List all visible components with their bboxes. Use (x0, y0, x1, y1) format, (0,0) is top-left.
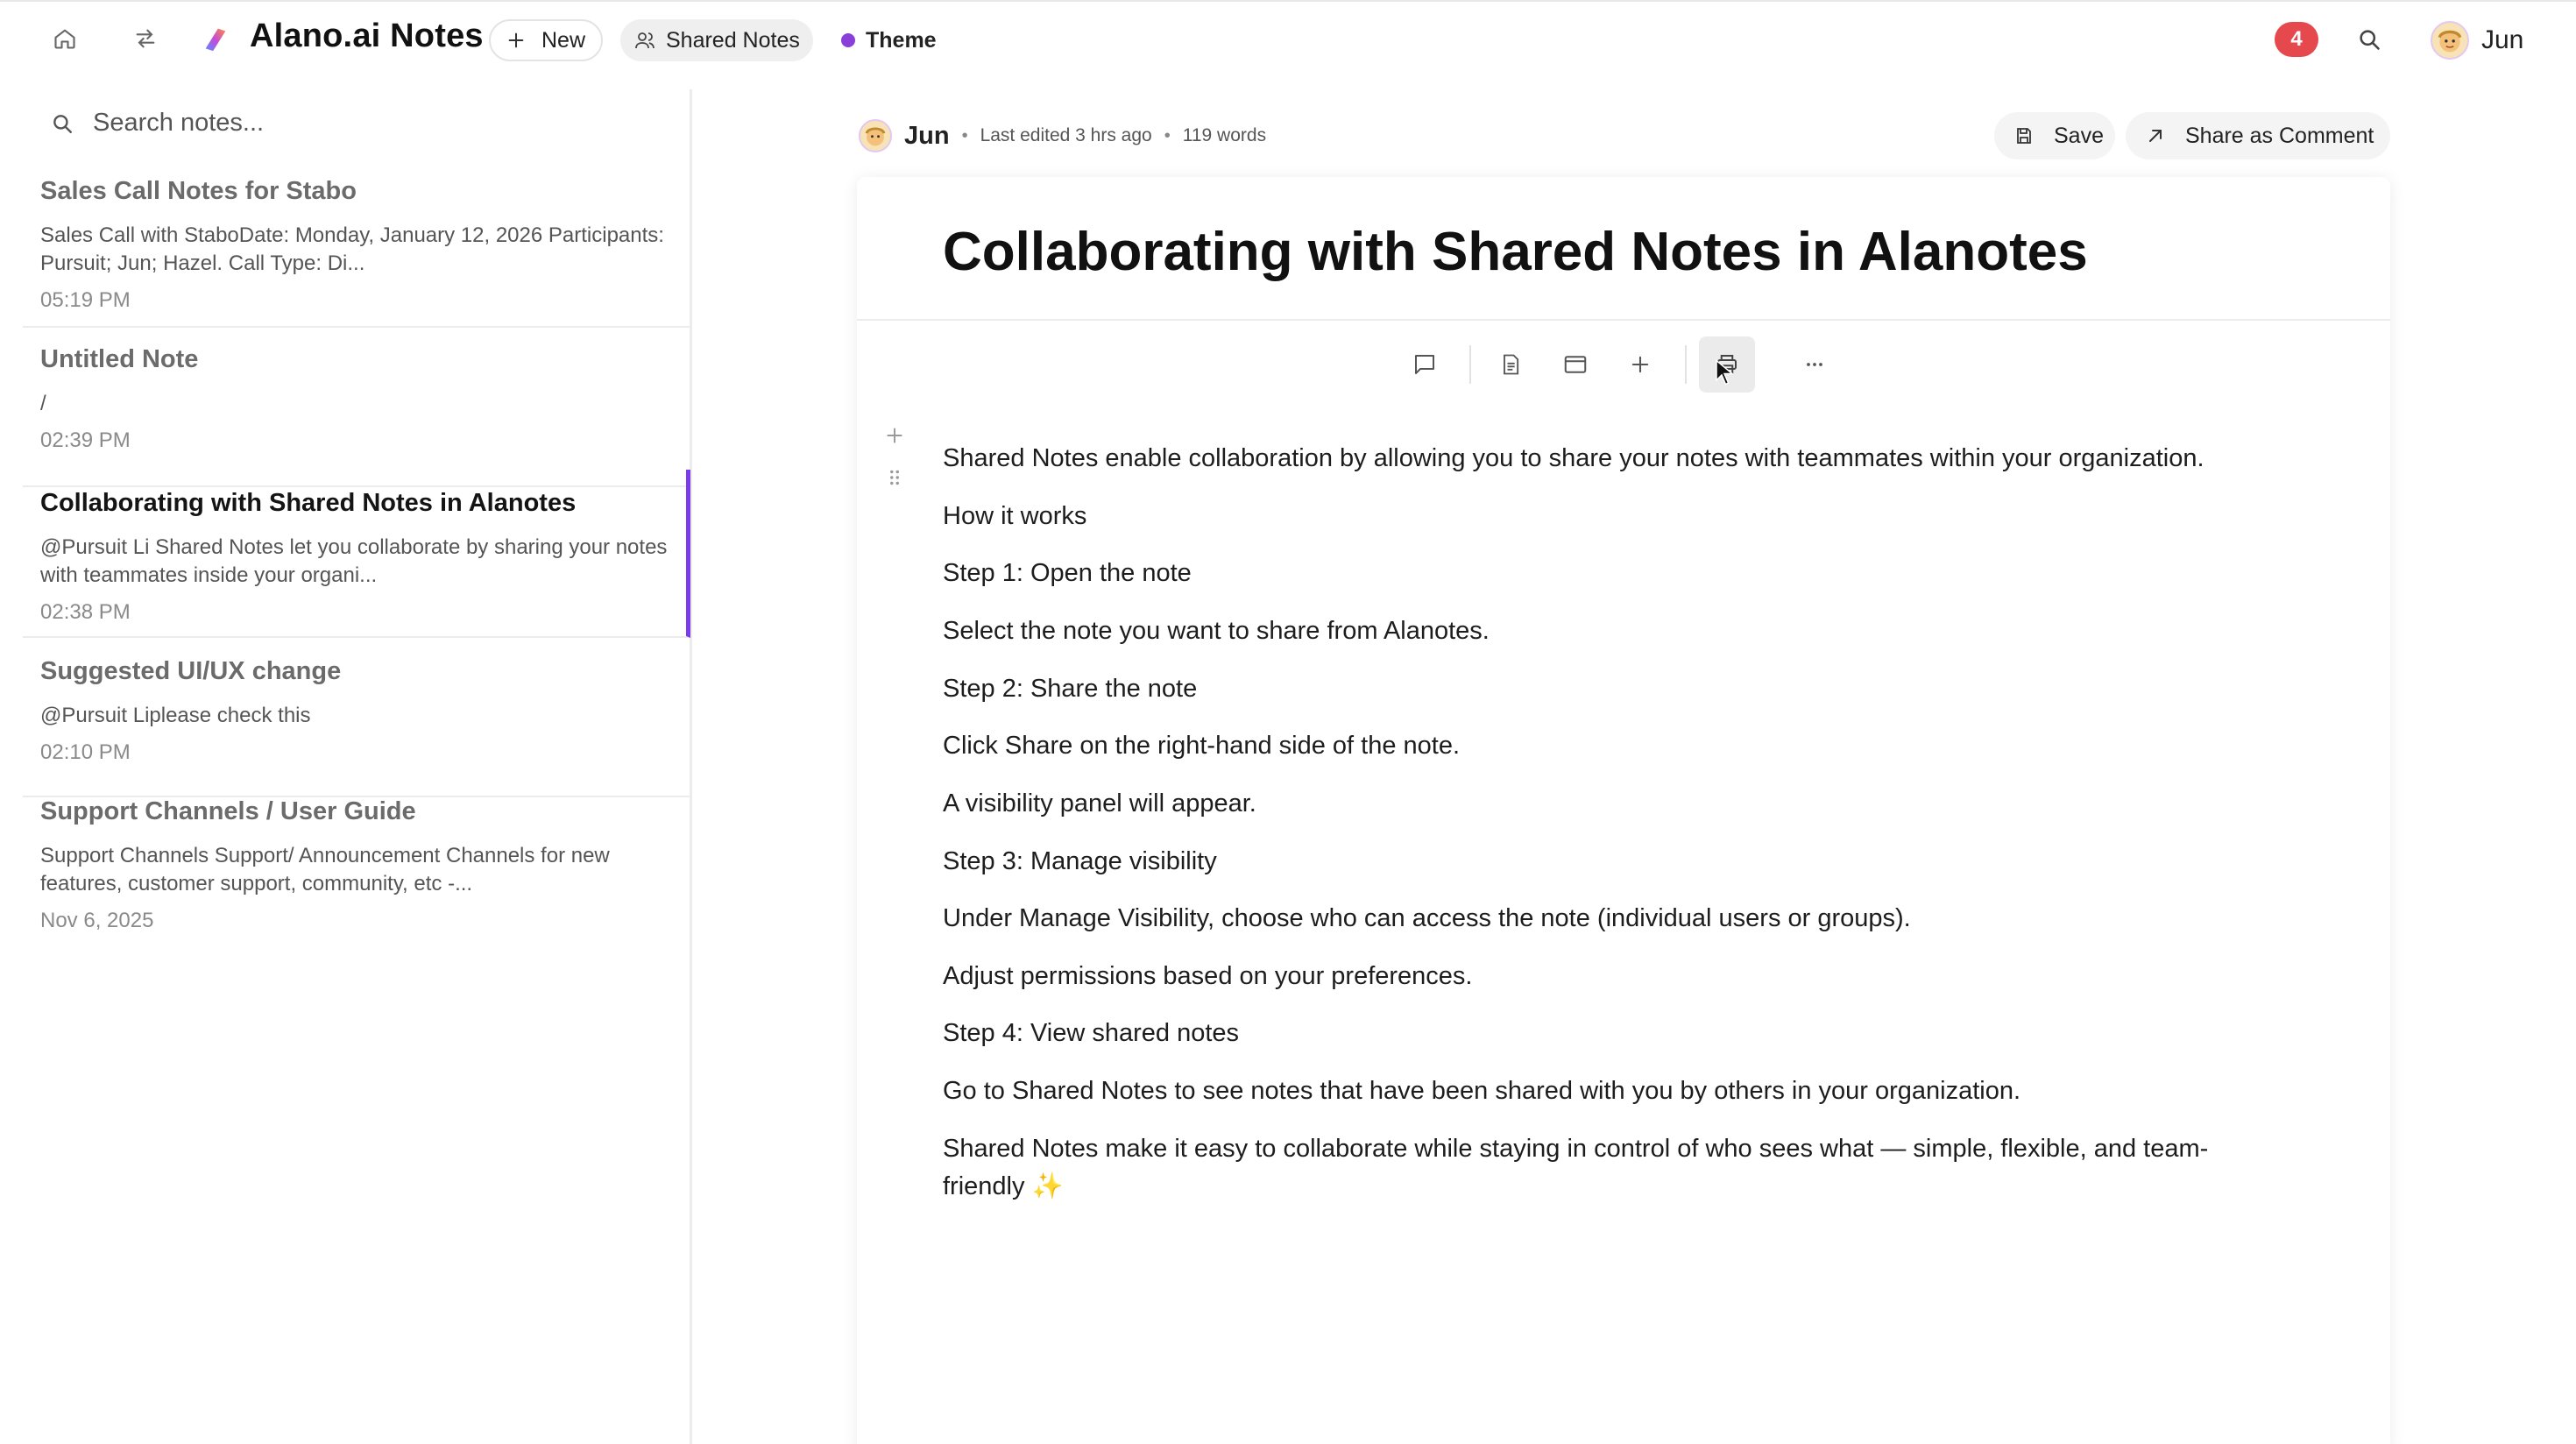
note-time: 02:38 PM (40, 600, 131, 624)
note-meta: Jun • Last edited 3 hrs ago • 119 words (859, 119, 1266, 152)
note-list-item[interactable]: Untitled Note / 02:39 PM (23, 345, 690, 487)
save-label: Save (2054, 123, 2104, 148)
user-menu[interactable]: Jun (2431, 21, 2523, 60)
note-preview: @Pursuit Liplease check this (40, 704, 311, 727)
more-options-icon[interactable] (1787, 336, 1843, 393)
share-label: Share as Comment (2185, 123, 2374, 148)
save-icon (2017, 128, 2031, 144)
notification-badge[interactable]: 4 (2275, 22, 2318, 57)
note-time: Nov 6, 2025 (40, 909, 154, 932)
home-icon[interactable] (49, 23, 81, 54)
mouse-cursor-icon (1715, 358, 1735, 390)
note-preview: Sales Call with StaboDate: Monday, Janua… (40, 223, 664, 275)
paragraph[interactable]: Shared Notes make it easy to collaborate… (943, 1130, 2275, 1206)
add-block-icon[interactable] (883, 424, 906, 451)
search-bar[interactable] (51, 109, 619, 138)
paragraph[interactable]: How it works (943, 498, 2275, 535)
note-list-item-active[interactable]: Collaborating with Shared Notes in Alano… (23, 470, 690, 638)
meta-separator: • (1164, 125, 1171, 145)
browser-window-icon[interactable] (1547, 336, 1603, 393)
search-input[interactable] (93, 109, 619, 138)
editor-toolbar (857, 326, 2390, 398)
paragraph[interactable]: Select the note you want to share from A… (943, 612, 2275, 650)
toolbar-separator (1685, 345, 1687, 384)
app-logo-icon (200, 23, 231, 54)
theme-button[interactable]: Theme (832, 19, 946, 61)
shared-notes-label: Shared Notes (666, 27, 800, 53)
drag-handle-icon[interactable] (883, 466, 906, 493)
share-as-comment-button[interactable]: Share as Comment (2126, 112, 2390, 159)
top-bar: Alano.ai Notes New Shared Notes Theme 4 … (0, 0, 2576, 75)
note-title-heading[interactable]: Collaborating with Shared Notes in Alano… (943, 221, 2088, 283)
search-icon (53, 114, 72, 133)
note-time: 02:39 PM (40, 428, 131, 452)
save-button[interactable]: Save (1994, 112, 2115, 159)
note-title: Suggested UI/UX change (40, 657, 342, 685)
paragraph[interactable]: Under Manage Visibility, choose who can … (943, 900, 2275, 938)
theme-label: Theme (866, 27, 937, 53)
paragraph[interactable]: A visibility panel will appear. (943, 785, 2275, 823)
app-title: Alano.ai Notes (250, 18, 484, 54)
plus-icon (508, 32, 524, 48)
arrow-up-right-icon (2149, 130, 2162, 142)
note-preview: Support Channels Support/ Announcement C… (40, 844, 610, 895)
note-title: Sales Call Notes for Stabo (40, 177, 357, 205)
note-list-item[interactable]: Support Channels / User Guide Support Ch… (23, 797, 690, 955)
note-title: Untitled Note (40, 345, 199, 373)
note-title: Collaborating with Shared Notes in Alano… (40, 489, 577, 517)
paragraph[interactable]: Go to Shared Notes to see notes that hav… (943, 1072, 2275, 1110)
user-name: Jun (2481, 25, 2524, 54)
note-list-item[interactable]: Suggested UI/UX change @Pursuit Liplease… (23, 657, 690, 797)
paragraph[interactable]: Step 3: Manage visibility (943, 843, 2275, 881)
note-time: 02:10 PM (40, 740, 131, 764)
add-icon[interactable] (1612, 336, 1668, 393)
document-icon[interactable] (1483, 336, 1539, 393)
paragraph[interactable]: Shared Notes enable collaboration by all… (943, 440, 2275, 478)
users-icon (635, 32, 655, 49)
author-name: Jun (904, 121, 950, 150)
paragraph[interactable]: Step 4: View shared notes (943, 1015, 2275, 1052)
note-list-item[interactable]: Sales Call Notes for Stabo Sales Call wi… (23, 177, 690, 328)
note-time: 05:19 PM (40, 288, 131, 312)
theme-color-dot (841, 33, 855, 47)
swap-arrows-icon[interactable] (130, 23, 161, 54)
note-title: Support Channels / User Guide (40, 797, 416, 825)
note-preview: / (40, 392, 46, 415)
new-note-button[interactable]: New (489, 19, 603, 61)
comment-icon[interactable] (1397, 336, 1453, 393)
search-icon[interactable] (2353, 24, 2385, 55)
author-avatar (859, 119, 892, 152)
note-preview: @Pursuit Li Shared Notes let you collabo… (40, 535, 668, 587)
word-count: 119 words (1182, 125, 1267, 145)
divider (857, 319, 2390, 321)
paragraph[interactable]: Click Share on the right-hand side of th… (943, 727, 2275, 765)
note-document: Collaborating with Shared Notes in Alano… (857, 177, 2390, 1444)
notes-sidebar: Sales Call Notes for Stabo Sales Call wi… (0, 89, 692, 1444)
meta-separator: • (961, 125, 968, 145)
new-label: New (541, 27, 586, 53)
paragraph[interactable]: Adjust permissions based on your prefere… (943, 958, 2275, 995)
toolbar-separator (1469, 345, 1471, 384)
avatar (2431, 21, 2469, 60)
paragraph[interactable]: Step 1: Open the note (943, 555, 2275, 592)
paragraph[interactable]: Step 2: Share the note (943, 670, 2275, 708)
last-edited: Last edited 3 hrs ago (980, 125, 1152, 145)
shared-notes-button[interactable]: Shared Notes (620, 19, 813, 61)
